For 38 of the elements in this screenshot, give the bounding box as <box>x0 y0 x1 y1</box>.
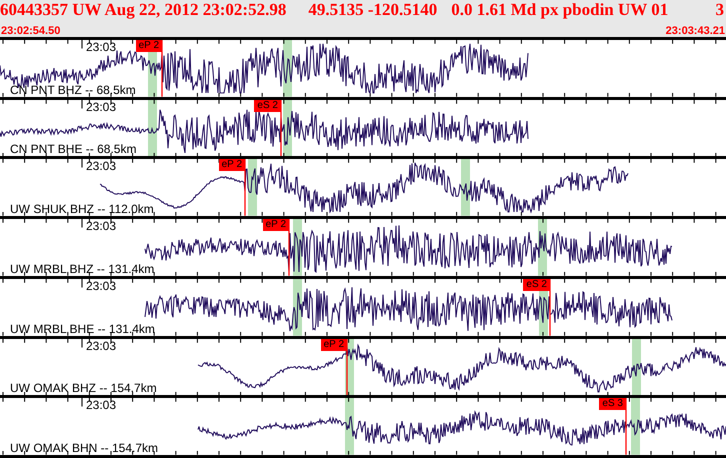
pick-label[interactable]: eP 2 <box>262 219 289 232</box>
pick-line <box>549 278 551 336</box>
start-time: 23:02:54.50 <box>1 25 60 37</box>
pick-label[interactable]: eP 2 <box>136 40 162 52</box>
time-label: 23:03 <box>86 399 116 412</box>
pick-line <box>346 338 348 396</box>
channel-label: CN PNT BHE -- 68.5km <box>10 143 136 156</box>
event-solution: 0.0 1.61 Md px pbodin UW 01 <box>451 0 668 20</box>
time-label: 23:03 <box>86 340 116 352</box>
time-label: 23:03 <box>86 160 116 172</box>
channel-label: UW MRBL BHZ -- 131.4km <box>10 262 154 275</box>
pick-line <box>625 398 627 456</box>
pick-label[interactable]: eS 2 <box>523 278 550 291</box>
time-label: 23:03 <box>86 100 116 113</box>
pick-band <box>632 338 641 396</box>
column-5-text: 3 <box>716 0 725 20</box>
channel-label: UW OMAK BHZ -- 154.7km <box>10 382 157 394</box>
channel-label: UW OMAK BHN -- 154.7km <box>10 442 158 454</box>
event-location: 49.5135 -120.5140 <box>308 0 438 20</box>
pick-line <box>288 219 290 276</box>
pick-label[interactable]: eP 2 <box>320 338 347 351</box>
time-label: 23:03 <box>86 280 116 292</box>
channel-label: UW SHUK BHZ -- 112.0km <box>10 203 154 216</box>
channel-label: UW MRBL BHE -- 131.4km <box>10 322 155 335</box>
pick-line <box>280 100 282 156</box>
pick-band <box>148 100 157 156</box>
pick-line <box>161 40 163 97</box>
time-label: 23:03 <box>86 220 116 232</box>
end-time: 23:03:43.21 <box>666 25 725 37</box>
event-info: 60443357 UW Aug 22, 2012 23:02:52.98 <box>0 0 286 20</box>
pick-label[interactable]: eP 2 <box>218 159 245 172</box>
channel-label: CN PNT BHZ -- 68.5km <box>10 84 136 96</box>
pick-band <box>631 398 640 456</box>
time-label: 23:03 <box>86 41 116 53</box>
pick-line <box>244 159 246 216</box>
pick-label[interactable]: eS 2 <box>254 100 281 112</box>
pick-band <box>461 159 470 216</box>
pick-label[interactable]: eS 3 <box>599 398 626 410</box>
